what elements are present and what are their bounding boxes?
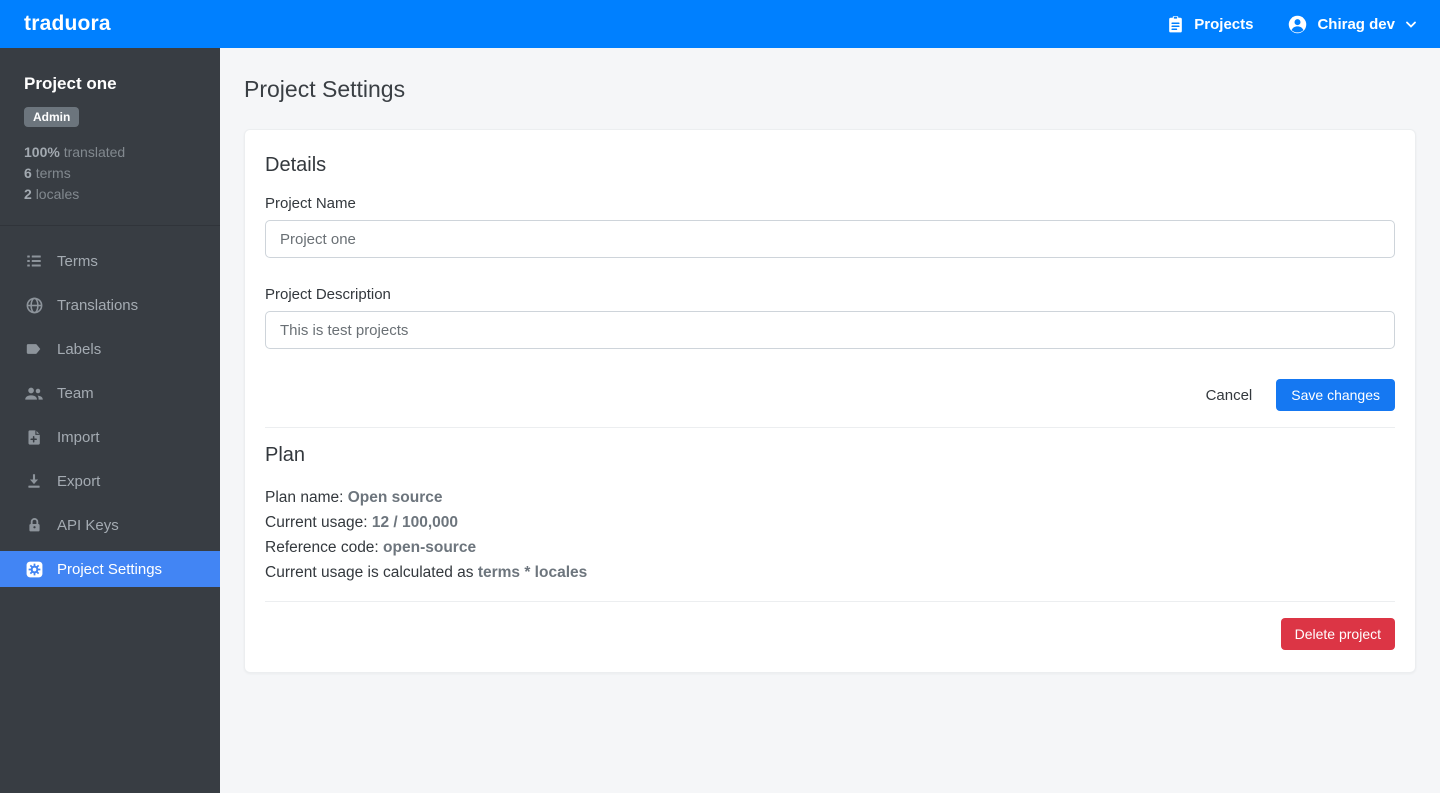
project-name: Project one [24,74,117,93]
settings-card: Details Project Name Project Description… [244,129,1416,673]
project-sidebar: Project one Admin 100% translated 6 term… [0,48,220,793]
account-circle-icon [1287,14,1308,35]
people-icon [24,383,44,403]
project-description-input[interactable] [265,311,1395,349]
sidebar-item-label: Team [57,384,94,402]
plan-details: Plan name: Open source Current usage: 12… [265,485,1395,585]
details-heading: Details [265,154,327,176]
project-info: Project one Admin 100% translated 6 term… [0,48,220,226]
sidebar-item-terms[interactable]: Terms [0,243,220,279]
project-stats: 100% translated 6 terms 2 locales [24,142,196,205]
sidebar-item-label: API Keys [57,516,119,534]
sidebar-item-team[interactable]: Team [0,375,220,411]
lock-icon [24,515,44,535]
sidebar-item-label: Project Settings [57,560,163,578]
details-actions: Cancel Save changes [265,379,1395,411]
list-icon [24,251,44,271]
delete-project-button[interactable]: Delete project [1280,618,1395,650]
plan-heading: Plan [265,444,306,466]
user-menu[interactable]: Chirag dev [1287,14,1416,35]
traduora-logo[interactable]: traduora [24,12,111,36]
navbar-right: Projects Chirag dev [1166,14,1416,35]
sidebar-item-label: Import [57,428,100,446]
file-plus-icon [24,427,44,447]
sidebar-item-api-keys[interactable]: API Keys [0,507,220,543]
sidebar-item-project-settings[interactable]: Project Settings [0,551,220,587]
sidebar-item-labels[interactable]: Labels [0,331,220,367]
section-divider [265,427,1395,428]
stat-terms: 6 terms [24,165,71,181]
stat-locales: 2 locales [24,186,80,202]
label-icon [24,339,44,359]
user-name: Chirag dev [1317,15,1395,33]
sidebar-item-export[interactable]: Export [0,463,220,499]
usage-formula-row: Current usage is calculated as terms * l… [265,564,588,581]
gear-icon [24,559,44,579]
sidebar-item-label: Labels [57,340,102,358]
nav-projects-label: Projects [1194,15,1254,33]
top-navbar: traduora Projects Chirag dev [0,0,1440,48]
sidebar-item-label: Translations [57,296,139,314]
sidebar-item-label: Export [57,472,101,490]
save-changes-button[interactable]: Save changes [1276,379,1395,411]
sidebar-item-translations[interactable]: Translations [0,287,220,323]
cancel-button[interactable]: Cancel [1194,380,1265,411]
section-divider [265,601,1395,602]
download-icon [24,471,44,491]
plan-name-row: Plan name: Open source [265,489,443,506]
clipboard-icon [1166,15,1185,34]
reference-code-row: Reference code: open-source [265,539,477,556]
sidebar-item-import[interactable]: Import [0,419,220,455]
current-usage-row: Current usage: 12 / 100,000 [265,514,459,531]
stat-translated: 100% translated [24,144,126,160]
chevron-down-icon [1406,21,1416,28]
project-name-label: Project Name [265,195,356,212]
main-content: Project Settings Details Project Name Pr… [220,48,1440,793]
sidebar-menu: Terms Translations Labels Team Import Ex… [0,226,220,595]
sidebar-item-label: Terms [57,252,98,270]
page-title: Project Settings [244,76,406,102]
danger-zone: Delete project [265,618,1395,650]
project-name-input[interactable] [265,220,1395,258]
role-badge: Admin [24,107,80,127]
project-description-label: Project Description [265,286,391,303]
nav-projects-link[interactable]: Projects [1166,15,1253,34]
globe-icon [24,295,44,315]
